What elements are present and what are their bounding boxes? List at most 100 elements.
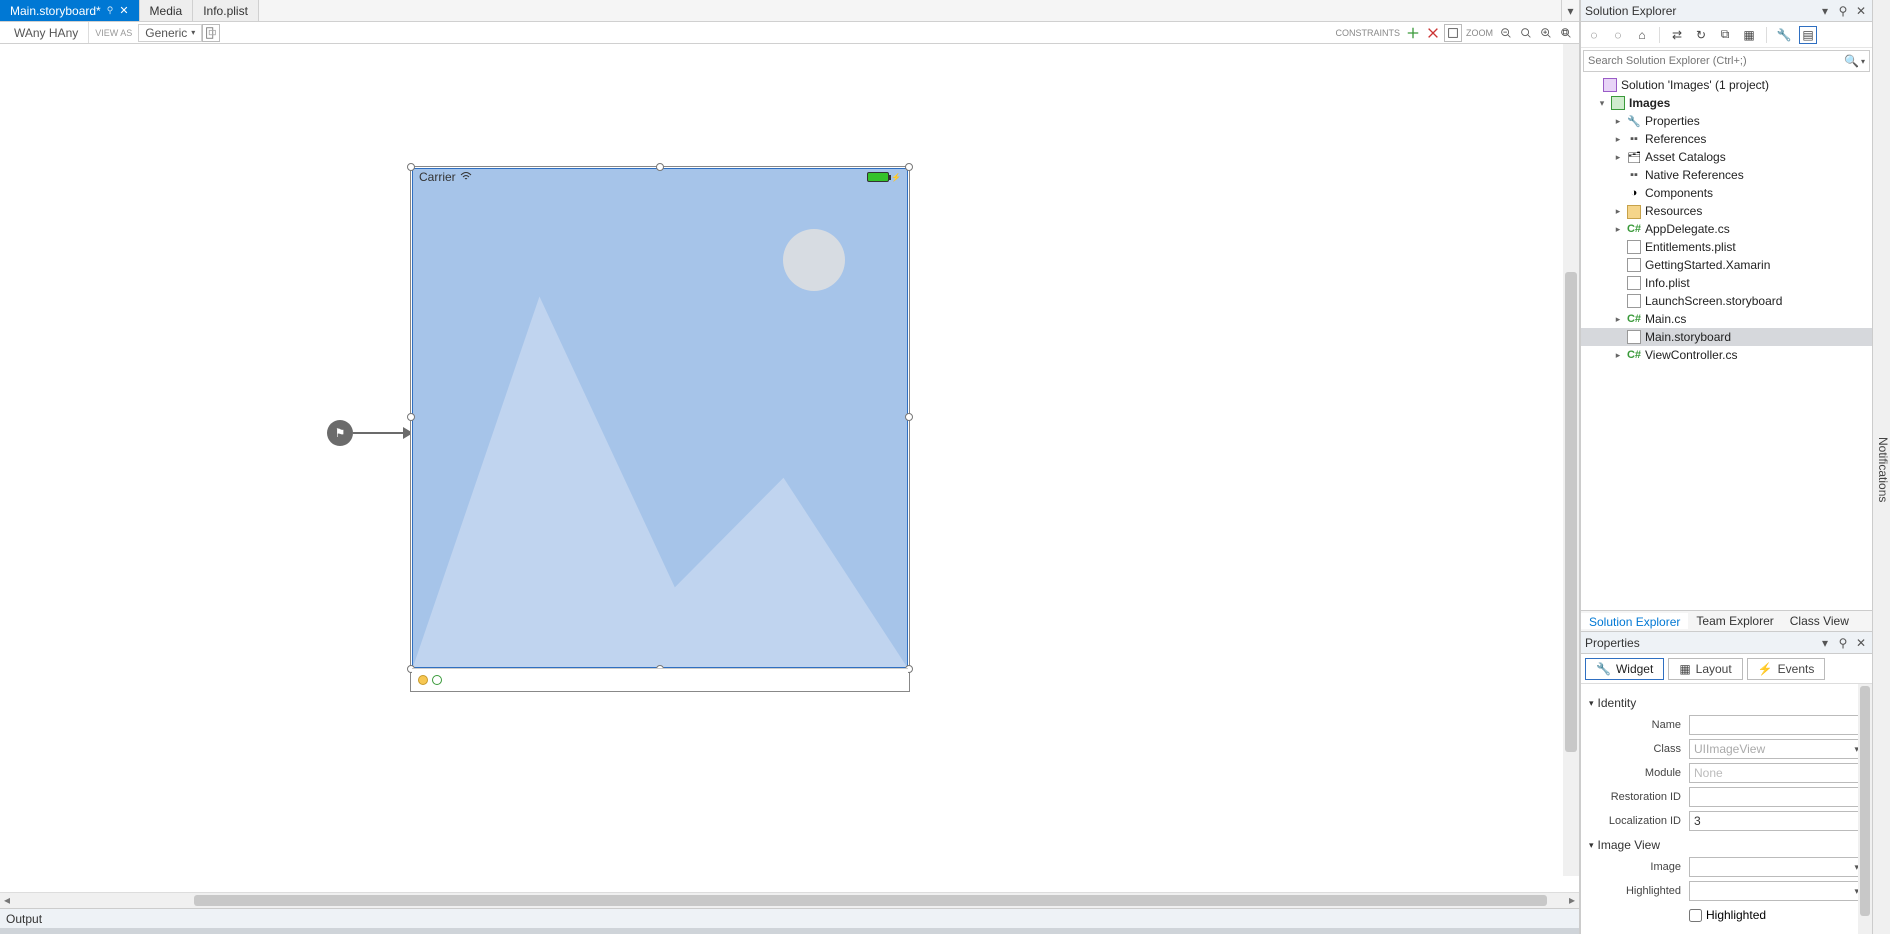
- notifications-tab[interactable]: Notifications: [1872, 0, 1890, 934]
- tree-row-viewcontroller[interactable]: C#ViewController.cs: [1581, 346, 1872, 364]
- restoration-input[interactable]: [1689, 787, 1864, 807]
- field-name: Name: [1589, 714, 1864, 736]
- pin-icon[interactable]: ⚲: [107, 5, 114, 16]
- document-tab-dropdown[interactable]: ▾: [1561, 0, 1579, 21]
- status-bar-strip: [0, 928, 1579, 934]
- view-controller-icon[interactable]: [418, 675, 428, 685]
- window-position-icon[interactable]: ▾: [1818, 636, 1832, 650]
- field-class: Class UIImageView: [1589, 738, 1864, 760]
- resize-handle[interactable]: [656, 163, 664, 171]
- search-icon[interactable]: 🔍: [1844, 54, 1859, 68]
- forward-icon[interactable]: ◌: [1609, 26, 1627, 44]
- collapse-icon[interactable]: ⧉: [1716, 26, 1734, 44]
- properties-tab-layout[interactable]: ▦Layout: [1668, 658, 1742, 680]
- tab-media[interactable]: Media: [140, 0, 194, 21]
- solution-tree[interactable]: Solution 'Images' (1 project) Images 🔧Pr…: [1581, 74, 1872, 610]
- close-icon[interactable]: ✕: [119, 4, 128, 17]
- search-dropdown-icon[interactable]: ▾: [1861, 57, 1865, 66]
- document-tab-bar: Main.storyboard* ⚲ ✕ Media Info.plist ▾: [0, 0, 1579, 22]
- tree-row-entitlements[interactable]: Entitlements.plist: [1581, 238, 1872, 256]
- tree-row-appdelegate[interactable]: C#AppDelegate.cs: [1581, 220, 1872, 238]
- view-controller-scene[interactable]: Carrier ⚡: [410, 166, 910, 692]
- remove-constraint-button[interactable]: [1424, 24, 1442, 42]
- add-constraint-button[interactable]: [1404, 24, 1422, 42]
- resize-handle[interactable]: [905, 413, 913, 421]
- sync-icon[interactable]: ⇄: [1668, 26, 1686, 44]
- output-panel-header[interactable]: Output: [0, 908, 1579, 928]
- tree-row-infoplist[interactable]: Info.plist: [1581, 274, 1872, 292]
- highlighted-checkbox[interactable]: [1689, 909, 1702, 922]
- field-restoration-id: Restoration ID: [1589, 786, 1864, 808]
- tree-row-project[interactable]: Images: [1581, 94, 1872, 112]
- properties-tab-widget[interactable]: 🔧Widget: [1585, 658, 1664, 680]
- resize-handle[interactable]: [407, 163, 415, 171]
- placeholder-mountains: [413, 169, 907, 667]
- layout-icon: ▦: [1679, 662, 1690, 676]
- solution-explorer-search[interactable]: 🔍 ▾: [1583, 50, 1870, 72]
- search-input[interactable]: [1588, 55, 1844, 67]
- pin-icon[interactable]: ⚲: [1836, 4, 1850, 18]
- initial-scene-arrow[interactable]: ⚑: [327, 420, 413, 446]
- zoom-actual-button[interactable]: [1557, 24, 1575, 42]
- solution-explorer-toolbar: ◌ ◌ ⌂ ⇄ ↻ ⧉ ▦ 🔧 ▤: [1581, 22, 1872, 48]
- canvas-vertical-scrollbar[interactable]: [1563, 44, 1579, 876]
- tab-class-view[interactable]: Class View: [1782, 614, 1857, 628]
- scene-dock[interactable]: [412, 668, 908, 690]
- view-as-dropdown[interactable]: Generic▾: [138, 24, 202, 42]
- class-combo[interactable]: UIImageView: [1689, 739, 1864, 759]
- preview-icon[interactable]: ▤: [1799, 26, 1817, 44]
- window-position-icon[interactable]: ▾: [1818, 4, 1832, 18]
- uiimageview[interactable]: Carrier ⚡: [412, 168, 908, 668]
- tab-solution-explorer[interactable]: Solution Explorer: [1581, 613, 1688, 629]
- back-icon[interactable]: ◌: [1585, 26, 1603, 44]
- module-input[interactable]: None: [1689, 763, 1864, 783]
- properties-body: ▾Identity Name Class UIImageView Module …: [1581, 684, 1872, 934]
- size-class-selector[interactable]: WAny HAny: [4, 22, 89, 43]
- tree-row-solution[interactable]: Solution 'Images' (1 project): [1581, 76, 1872, 94]
- zoom-label: ZOOM: [1464, 28, 1495, 38]
- properties-tabs: 🔧Widget ▦Layout ⚡Events: [1581, 654, 1872, 684]
- solution-explorer-header: Solution Explorer ▾ ⚲ ✕: [1581, 0, 1872, 22]
- tree-row-references[interactable]: ▪▪References: [1581, 130, 1872, 148]
- properties-icon[interactable]: 🔧: [1775, 26, 1793, 44]
- close-icon[interactable]: ✕: [1854, 636, 1868, 650]
- close-icon[interactable]: ✕: [1854, 4, 1868, 18]
- refresh-icon[interactable]: ↻: [1692, 26, 1710, 44]
- show-all-icon[interactable]: ▦: [1740, 26, 1758, 44]
- tab-team-explorer[interactable]: Team Explorer: [1688, 614, 1781, 628]
- pin-icon[interactable]: ⚲: [1836, 636, 1850, 650]
- tree-row-maincs[interactable]: C#Main.cs: [1581, 310, 1872, 328]
- tab-main-storyboard[interactable]: Main.storyboard* ⚲ ✕: [0, 0, 140, 21]
- zoom-fit-button[interactable]: [1517, 24, 1535, 42]
- field-highlighted-check: Highlighted: [1589, 904, 1864, 926]
- resize-handle[interactable]: [407, 413, 415, 421]
- field-module: Module None: [1589, 762, 1864, 784]
- tree-row-native-references[interactable]: ▪▪Native References: [1581, 166, 1872, 184]
- properties-scrollbar[interactable]: [1858, 684, 1872, 934]
- image-combo[interactable]: [1689, 857, 1864, 877]
- tree-row-launchscreen[interactable]: LaunchScreen.storyboard: [1581, 292, 1872, 310]
- properties-tab-events[interactable]: ⚡Events: [1747, 658, 1826, 680]
- tree-row-asset-catalogs[interactable]: 🗂Asset Catalogs: [1581, 148, 1872, 166]
- panel-title: Solution Explorer: [1585, 4, 1818, 18]
- localization-input[interactable]: 3: [1689, 811, 1864, 831]
- name-input[interactable]: [1689, 715, 1864, 735]
- tree-row-resources[interactable]: Resources: [1581, 202, 1872, 220]
- orientation-toggle[interactable]: [202, 24, 220, 42]
- tree-row-components[interactable]: ◑Components: [1581, 184, 1872, 202]
- designer-canvas[interactable]: ⚑ Carrier ⚡: [0, 44, 1579, 892]
- zoom-in-button[interactable]: [1537, 24, 1555, 42]
- home-icon[interactable]: ⌂: [1633, 26, 1651, 44]
- frame-rect-button[interactable]: [1444, 24, 1462, 42]
- section-image-view[interactable]: ▾Image View: [1589, 838, 1864, 852]
- tree-row-properties[interactable]: 🔧Properties: [1581, 112, 1872, 130]
- zoom-out-button[interactable]: [1497, 24, 1515, 42]
- canvas-horizontal-scrollbar[interactable]: ◂ ▸: [0, 892, 1579, 908]
- section-identity[interactable]: ▾Identity: [1589, 696, 1864, 710]
- first-responder-icon[interactable]: [432, 675, 442, 685]
- tab-info-plist[interactable]: Info.plist: [193, 0, 259, 21]
- highlighted-combo[interactable]: [1689, 881, 1864, 901]
- resize-handle[interactable]: [905, 163, 913, 171]
- tree-row-main-storyboard[interactable]: Main.storyboard: [1581, 328, 1872, 346]
- tree-row-getting-started[interactable]: GettingStarted.Xamarin: [1581, 256, 1872, 274]
